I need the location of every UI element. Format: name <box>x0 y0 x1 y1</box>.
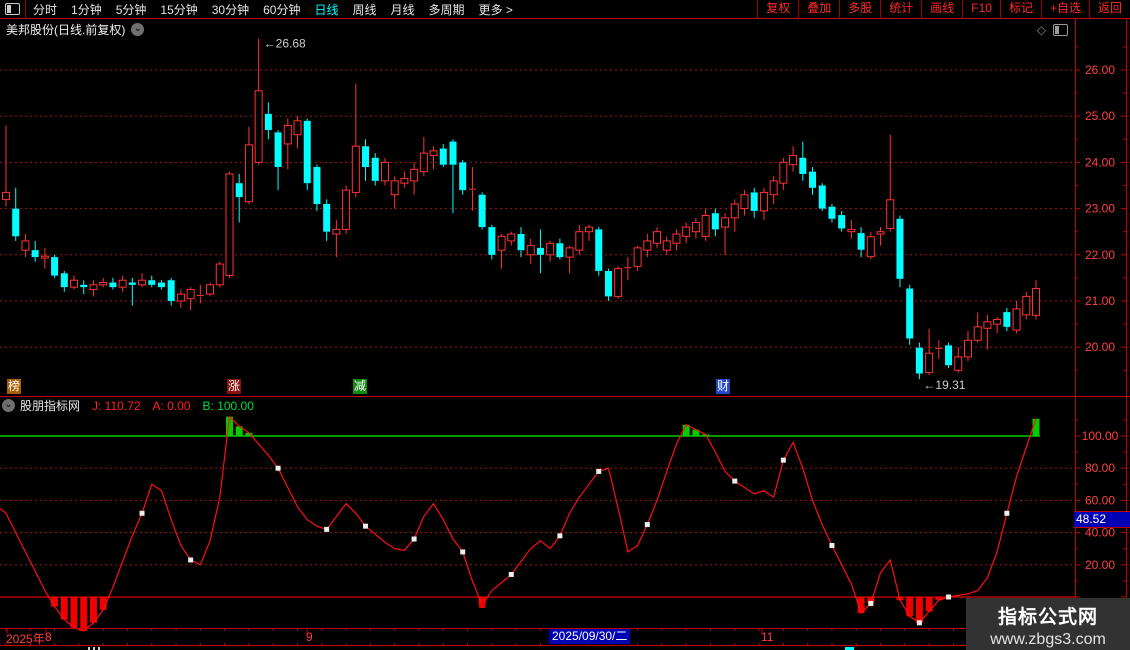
menu-item-8[interactable]: 月线 <box>384 1 422 18</box>
window-layout-icon[interactable] <box>5 3 20 15</box>
top-menu-bar: 分时 1分钟 5分钟 15分钟 30分钟 60分钟 日线 周线 月线 多周期 更多 > 复权 叠加 多股… <box>0 0 1130 19</box>
title-bar: 美邦股份(日线.前复权) ⌄ ◇ <box>0 19 1130 40</box>
toolbar-button-6[interactable]: 标记 <box>999 0 1041 18</box>
period-menu: 分时 1分钟 5分钟 15分钟 30分钟 60分钟 日线 周线 月线 多周期 更多 > <box>26 1 520 18</box>
toolbar-button-7[interactable]: +自选 <box>1040 0 1089 18</box>
toolbar-button-1[interactable]: 叠加 <box>798 0 839 18</box>
date-axis-label-0: 2025年 <box>6 632 45 646</box>
right-border-line <box>1126 19 1127 646</box>
watermark-line1: 指标公式网 <box>997 607 1098 628</box>
menu-item-0[interactable]: 分时 <box>26 1 64 18</box>
price-axis-label: 26.00 <box>1085 63 1115 77</box>
high-annotation: ←26.68 <box>264 37 306 51</box>
stock-title: 美邦股份(日线.前复权) <box>6 23 126 37</box>
indicator-axis-label: 100.00 <box>1082 429 1119 443</box>
indicator-b-value: B: 100.00 <box>202 398 254 413</box>
toolbar-button-3[interactable]: 统计 <box>880 0 921 18</box>
selected-date-badge: 2025/09/30/二 <box>549 629 631 644</box>
menu-item-4[interactable]: 30分钟 <box>205 1 256 18</box>
indicator-j-value: J: 110.72 <box>92 398 141 413</box>
panel-toggle-icon[interactable] <box>1053 24 1068 36</box>
price-axis: 26.00 25.00 24.00 23.00 22.00 21.00 20.00 <box>1075 46 1126 371</box>
toolbar-buttons: 复权 叠加 多股 统计 画线 F10 标记 +自选 返回 <box>757 0 1130 18</box>
price-axis-label: 20.00 <box>1085 340 1115 354</box>
menu-item-7[interactable]: 周线 <box>345 1 383 18</box>
app-window: 分时 1分钟 5分钟 15分钟 30分钟 60分钟 日线 周线 月线 多周期 更多 > 复权 叠加 多股… <box>0 0 1130 650</box>
indicator-header: ⌄ 股朋指标网 J: 110.72 A: 0.00 B: 100.00 <box>2 398 254 413</box>
menu-item-6[interactable]: 日线 <box>307 1 345 18</box>
indicator-axis-label: 80.00 <box>1085 461 1115 475</box>
indicator-axis: 100.0080.0060.0040.0020.00 <box>1075 419 1126 598</box>
indicator-axis-label: 60.00 <box>1085 493 1115 507</box>
indicator-a-value: A: 0.00 <box>152 398 191 413</box>
indicator-name[interactable]: 股朋指标网 <box>20 397 80 414</box>
toolbar-button-4[interactable]: 画线 <box>921 0 962 18</box>
watermark-line2: www.zbgs3.com <box>990 631 1106 648</box>
chart-tag-1[interactable]: 涨 <box>227 379 241 394</box>
panel-divider-line <box>0 396 1130 397</box>
indicator-value-badge: 48.52 <box>1074 511 1130 528</box>
date-axis-label-3: 11 <box>761 630 774 644</box>
chart-tag-0[interactable]: 榜 <box>7 379 21 394</box>
toolbar-button-8[interactable]: 返回 <box>1088 0 1130 18</box>
date-axis-label-1: 8 <box>45 630 52 644</box>
price-axis-label: 25.00 <box>1085 109 1115 123</box>
main-candlestick-chart[interactable]: 26.00 25.00 24.00 23.00 22.00 21.00 20.00 ←26.6… <box>0 37 1130 396</box>
menu-item-5[interactable]: 60分钟 <box>256 1 307 18</box>
menu-item-10[interactable]: 更多 > <box>472 1 520 18</box>
chart-tag-2[interactable]: 减 <box>353 379 367 394</box>
date-axis[interactable]: 2025/09/30/二 2025年 8 9 11 <box>0 628 1130 646</box>
watermark: 指标公式网 www.zbgs3.com <box>966 598 1130 650</box>
indicator-chart[interactable]: 100.0080.0060.0040.0020.00 <box>0 397 1130 632</box>
chart-tag-3[interactable]: 财 <box>716 379 730 394</box>
menu-item-1[interactable]: 1分钟 <box>64 1 109 18</box>
j-line <box>0 415 1037 632</box>
toolbar-button-2[interactable]: 多股 <box>839 0 880 18</box>
j-line-markers <box>139 457 1010 626</box>
date-axis-label-2: 9 <box>306 630 313 644</box>
price-axis-label: 21.00 <box>1085 294 1115 308</box>
toolbar-button-0[interactable]: 复权 <box>757 0 798 18</box>
low-annotation: ←19.31 <box>923 378 965 392</box>
indicator-axis-label: 20.00 <box>1085 558 1115 572</box>
price-axis-label: 23.00 <box>1085 202 1115 216</box>
price-axis-label: 22.00 <box>1085 248 1115 262</box>
chevron-down-icon[interactable]: ⌄ <box>131 23 145 36</box>
price-gridlines <box>0 69 1075 348</box>
price-axis-label: 24.00 <box>1085 155 1115 169</box>
menu-item-9[interactable]: 多周期 <box>422 1 472 18</box>
axis-separator-line <box>1075 19 1076 646</box>
chevron-down-icon[interactable]: ⌄ <box>2 399 15 412</box>
toolbar-button-5[interactable]: F10 <box>962 0 1000 18</box>
diamond-icon[interactable]: ◇ <box>1037 23 1046 37</box>
indicator-bars <box>51 416 1040 631</box>
menu-item-3[interactable]: 15分钟 <box>153 1 204 18</box>
menu-item-2[interactable]: 5分钟 <box>109 1 154 18</box>
